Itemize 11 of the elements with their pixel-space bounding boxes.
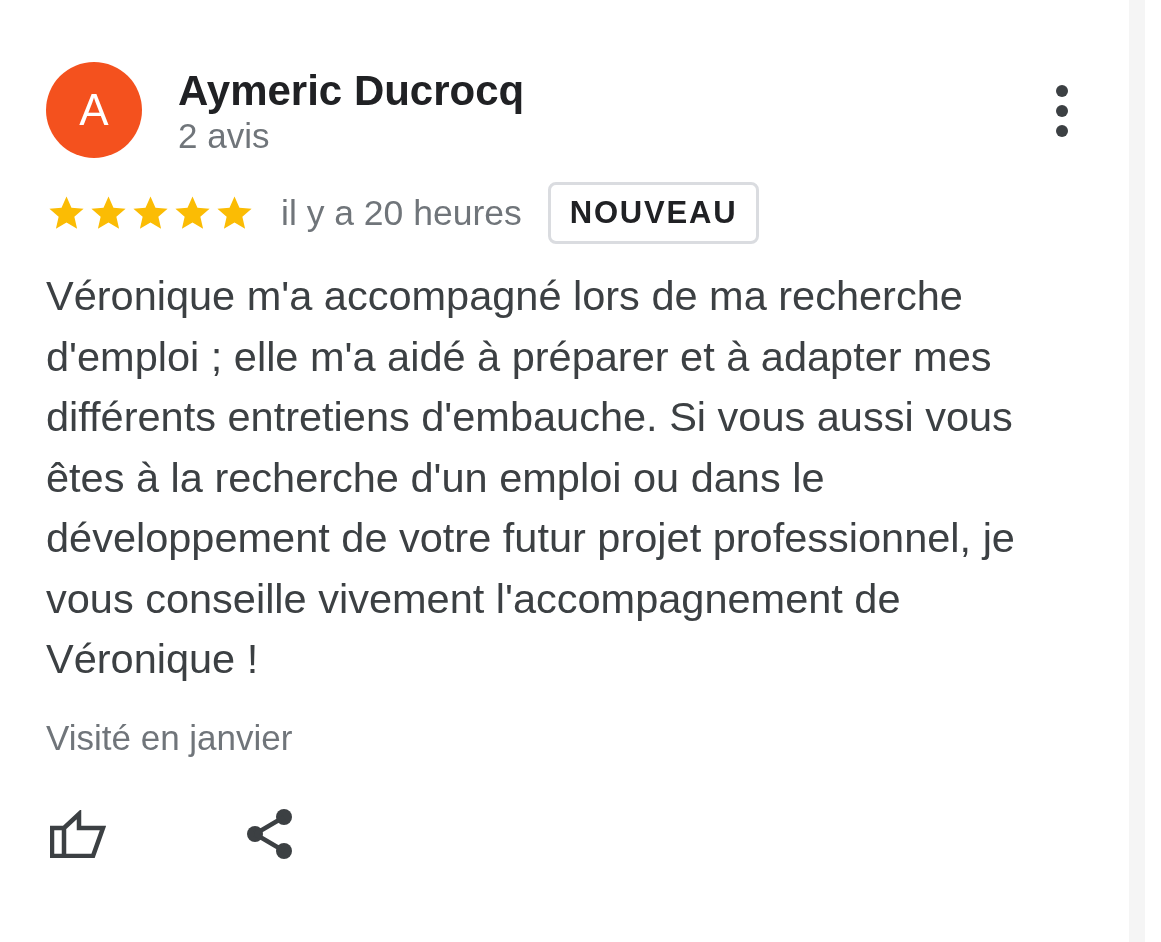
visit-date: Visité en janvier	[46, 717, 294, 758]
review-count: 2 avis	[178, 116, 271, 156]
author-name[interactable]: Aymeric Ducrocq	[178, 66, 525, 116]
share-icon	[246, 807, 294, 860]
thumbs-up-icon	[50, 809, 106, 858]
new-badge: NOUVEAU	[547, 182, 760, 244]
avatar-letter: A	[79, 85, 109, 135]
review-time: il y a 20 heures	[281, 192, 522, 234]
more-options-icon[interactable]	[1055, 84, 1069, 138]
like-button[interactable]	[50, 809, 106, 861]
review-text: Véronique m'a accompagné lors de ma recherche d'emploi ; elle m'a aidé à préparer et à adapter mes différents entretiens d'embauche. Si vous aussi vous êtes à la recherche d'un emploi ou dans le développement de votre futur projet professionnel, je vous conseille vivement l'accompagnement de Véronique !	[46, 271, 1016, 684]
